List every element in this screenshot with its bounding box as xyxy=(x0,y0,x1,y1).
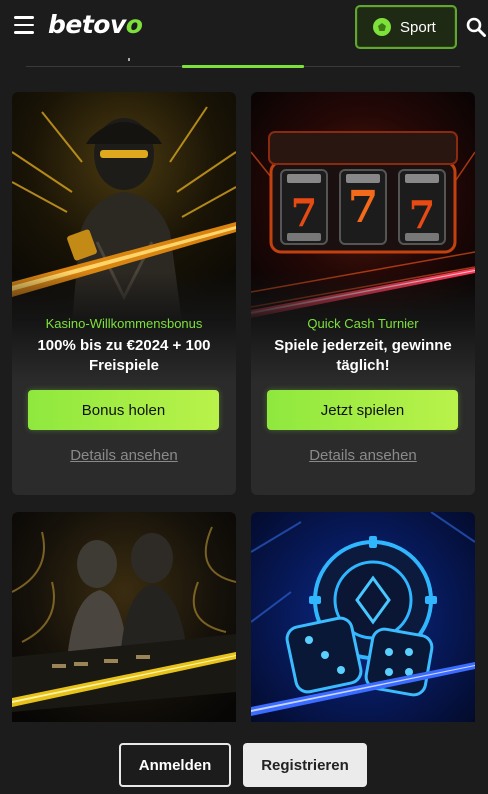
active-tab-indicator xyxy=(182,65,304,68)
category-tab-bar xyxy=(26,58,460,68)
sport-button[interactable]: Sport xyxy=(355,5,457,49)
promo-card-neon-dice xyxy=(251,512,475,742)
tab-label-fragment xyxy=(128,58,130,61)
jetzt-spielen-button[interactable]: Jetzt spielen xyxy=(267,390,458,430)
soccer-ball-icon xyxy=(373,18,391,36)
promo-subtitle: Kasino-Willkommensbonus xyxy=(45,316,203,331)
menu-icon[interactable] xyxy=(14,16,34,34)
promo-subtitle: Quick Cash Turnier xyxy=(307,316,419,331)
promo-title: Spiele jederzeit, gewinne täglich! xyxy=(274,337,452,374)
auth-bottom-bar: Anmelden Registrieren xyxy=(0,722,488,794)
promo-card-welcome-bonus: Kasino-Willkommensbonus 100% bis zu €202… xyxy=(12,92,236,495)
svg-text:7: 7 xyxy=(291,190,317,235)
promo-image-couple-table xyxy=(12,512,236,742)
register-button[interactable]: Registrieren xyxy=(243,743,367,787)
details-link[interactable]: Details ansehen xyxy=(12,447,236,464)
svg-text:7: 7 xyxy=(348,182,379,233)
promo-card-quick-cash: 7 7 7 Quick Cash Turnier Spiele jederzei… xyxy=(251,92,475,495)
promo-card-table-games xyxy=(12,512,236,742)
search-icon[interactable] xyxy=(466,17,486,37)
svg-text:7: 7 xyxy=(409,192,435,237)
top-header: betovo Sport xyxy=(0,0,488,52)
bonus-holen-button[interactable]: Bonus holen xyxy=(28,390,219,430)
promo-title: 100% bis zu €2024 + 100 Freispiele xyxy=(37,337,211,374)
betovo-logo[interactable]: betovo xyxy=(48,10,143,39)
promo-image-chip-dice xyxy=(251,512,475,742)
details-link[interactable]: Details ansehen xyxy=(251,447,475,464)
login-button[interactable]: Anmelden xyxy=(119,743,231,787)
sport-button-label: Sport xyxy=(400,18,436,36)
